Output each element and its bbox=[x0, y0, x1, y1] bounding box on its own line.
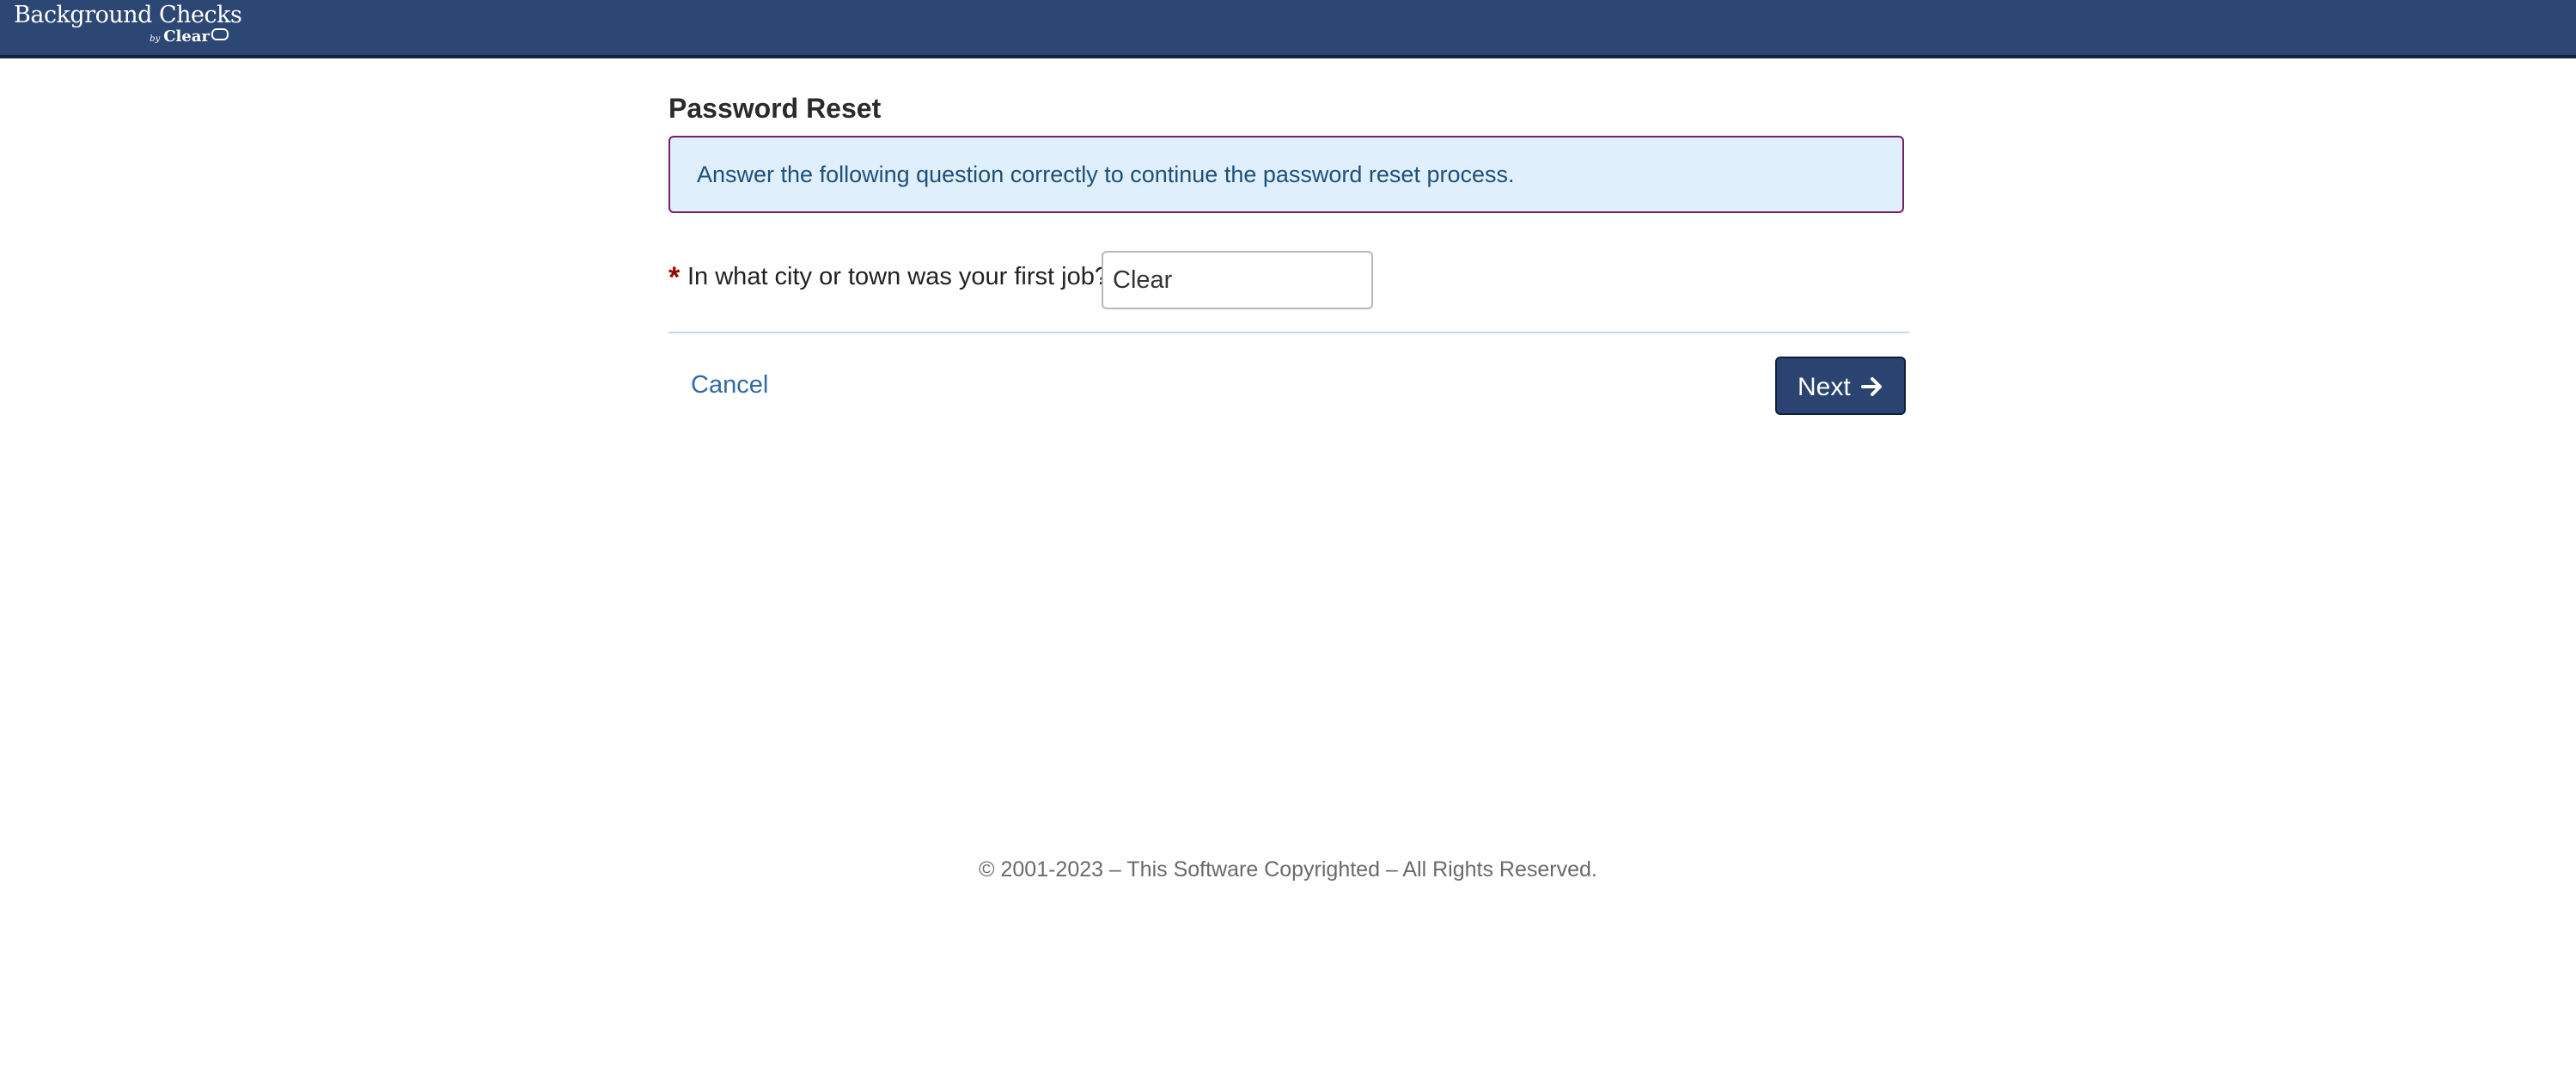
logo-brand-text: Clear bbox=[163, 27, 210, 46]
logo-byline: by Clear bbox=[150, 27, 229, 46]
logo-title: Background Checks bbox=[14, 2, 242, 28]
required-indicator: * bbox=[668, 261, 681, 294]
security-question-label: In what city or town was your first job? bbox=[687, 263, 1108, 290]
logo-by-text: by bbox=[150, 34, 161, 44]
background-checks-logo[interactable]: Background Checks by Clear bbox=[14, 2, 242, 52]
clearstar-mark-icon bbox=[211, 28, 229, 40]
cancel-link[interactable]: Cancel bbox=[691, 371, 768, 400]
page-title: Password Reset bbox=[668, 93, 882, 124]
next-button-label: Next bbox=[1798, 373, 1851, 401]
security-question-row: * In what city or town was your first jo… bbox=[668, 251, 1906, 309]
footer-copyright: © 2001-2023 – This Software Copyrighted … bbox=[979, 857, 1597, 882]
security-answer-input[interactable] bbox=[1102, 251, 1373, 309]
info-alert: Answer the following question correctly … bbox=[668, 136, 1904, 213]
arrow-right-icon bbox=[1861, 377, 1882, 396]
top-header-bar: Background Checks by Clear bbox=[0, 0, 2576, 58]
form-divider bbox=[668, 332, 1909, 333]
next-button[interactable]: Next bbox=[1775, 357, 1906, 415]
info-message: Answer the following question correctly … bbox=[697, 162, 1515, 187]
